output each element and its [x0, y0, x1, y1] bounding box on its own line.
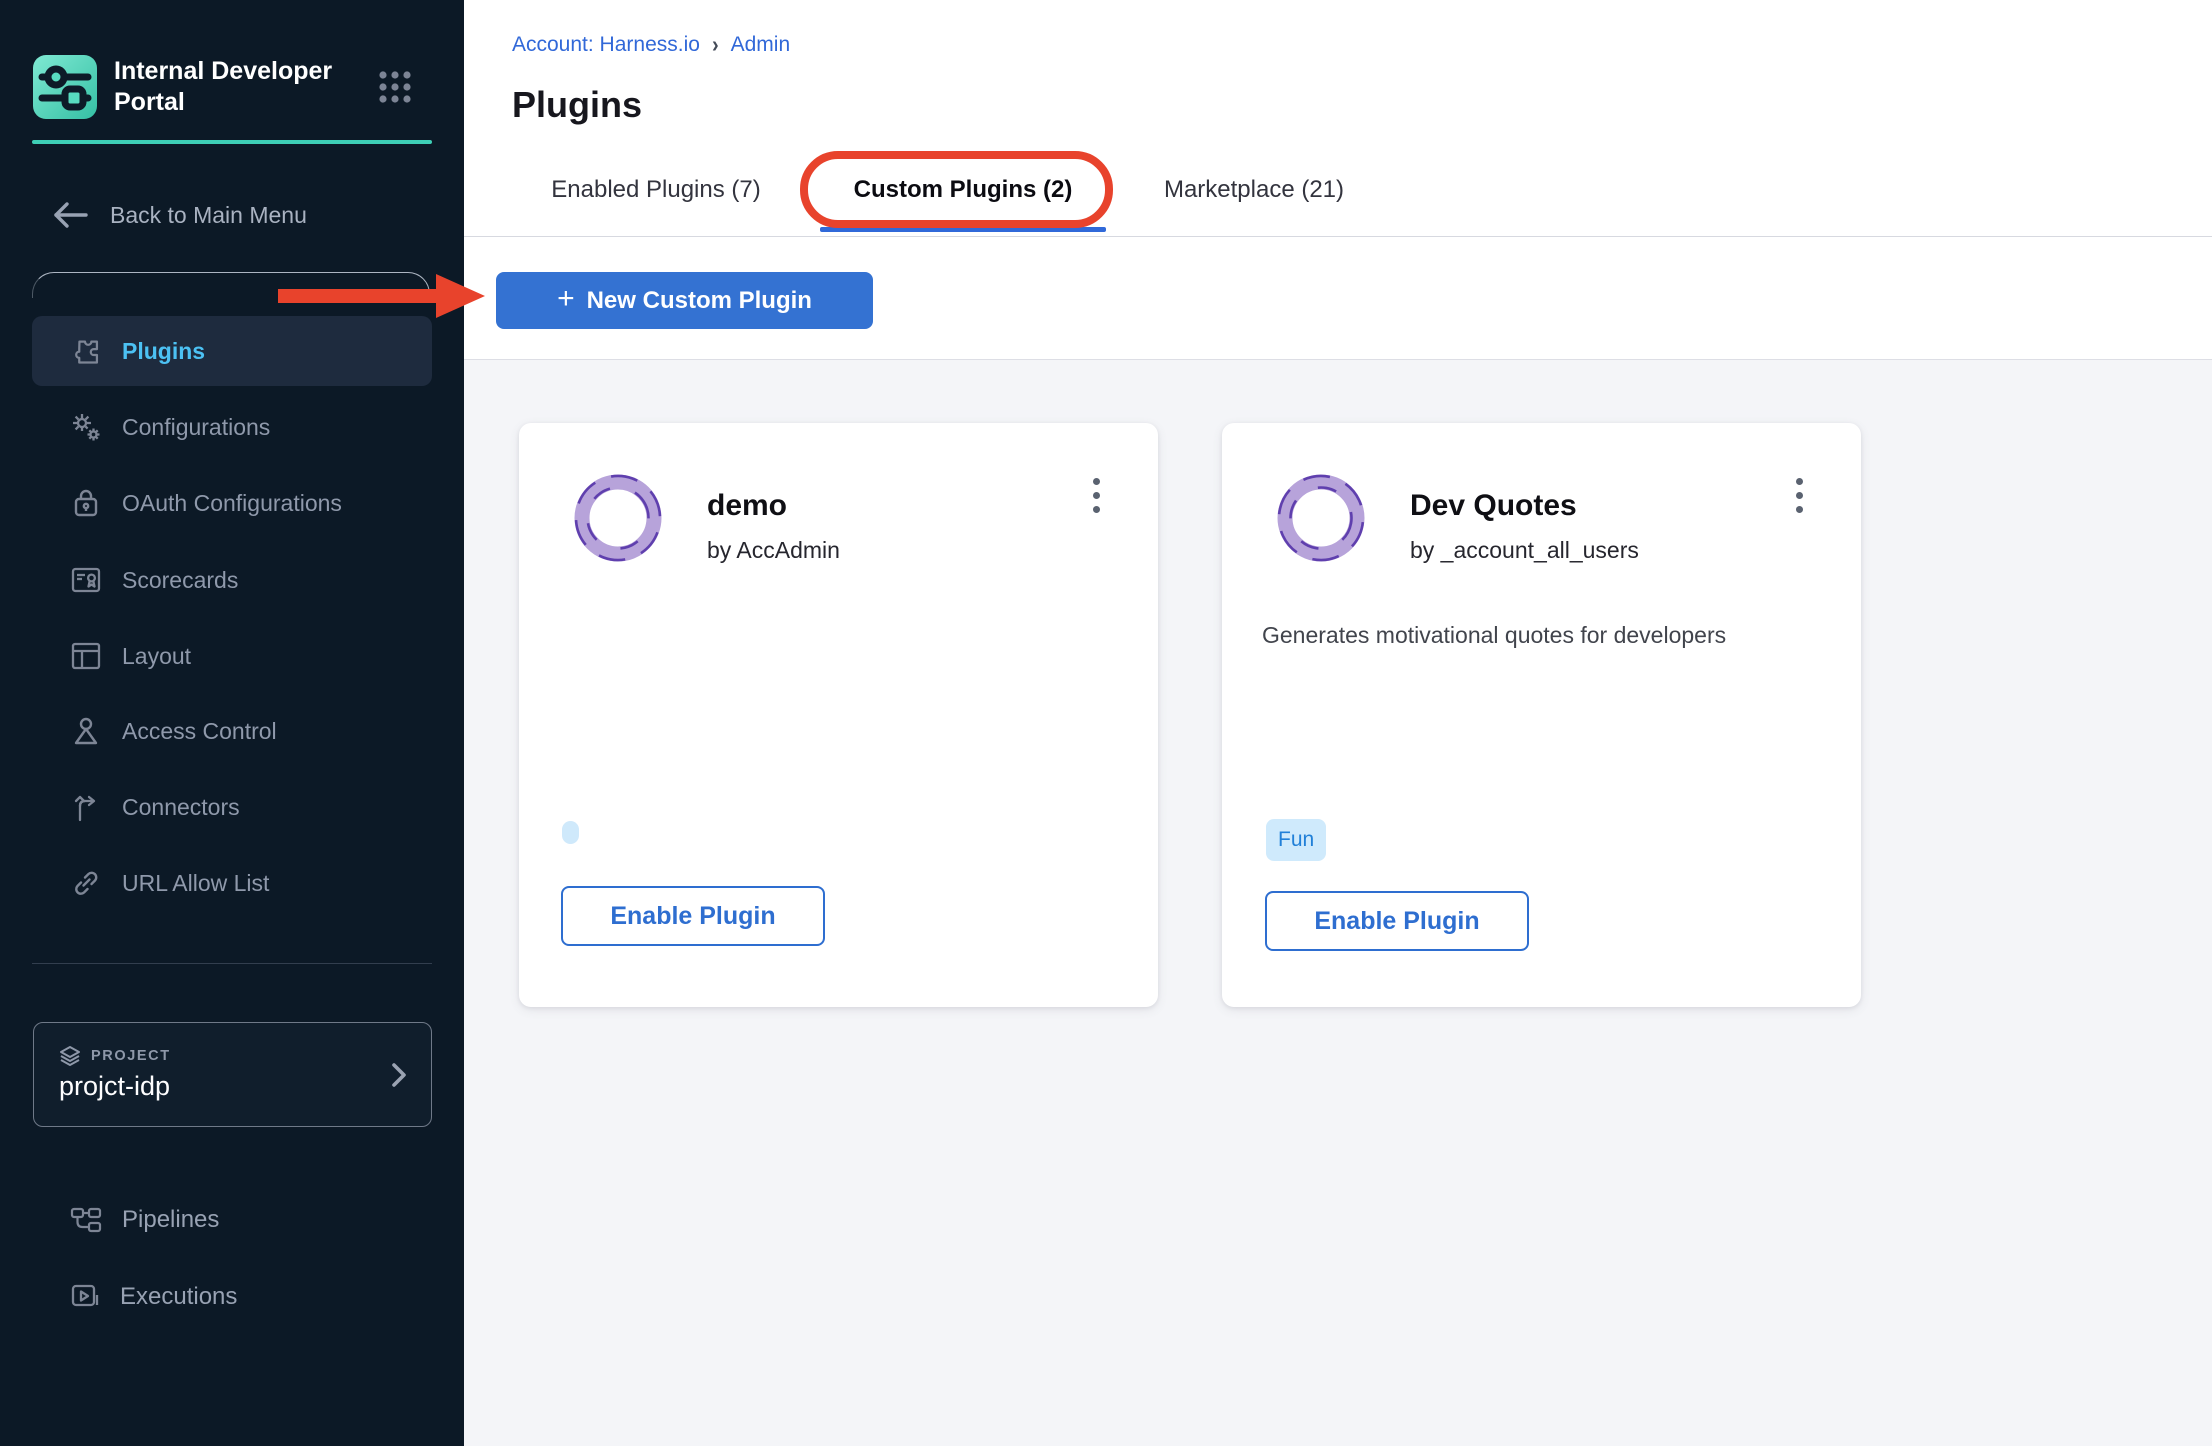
sidebar-item-label: Configurations [122, 414, 270, 441]
gears-icon [70, 411, 102, 443]
sidebar-item-oauth-configurations[interactable]: OAuth Configurations [32, 468, 432, 538]
app-window: Internal Developer Portal Back to Main M… [0, 0, 2212, 1446]
plugin-card-dev-quotes: Dev Quotes by _account_all_users Generat… [1222, 423, 1861, 1007]
sidebar-item-connectors[interactable]: Connectors [32, 772, 432, 842]
project-name: projct-idp [59, 1071, 170, 1102]
sidebar-item-label: URL Allow List [122, 870, 269, 897]
person-icon [70, 715, 102, 747]
sidebar-item-plugins[interactable]: Plugins [32, 316, 432, 386]
sidebar-item-pipelines[interactable]: Pipelines [32, 1183, 432, 1257]
project-label: PROJECT [91, 1048, 171, 1064]
sidebar-item-label: Access Control [122, 718, 277, 745]
sidebar-item-label: OAuth Configurations [122, 490, 342, 517]
app-grid-icon[interactable] [376, 68, 414, 106]
plugin-author: by _account_all_users [1410, 537, 1639, 564]
app-title: Internal Developer Portal [114, 56, 364, 118]
sidebar: Internal Developer Portal Back to Main M… [0, 0, 464, 1446]
plugin-avatar [1276, 473, 1366, 563]
scorecard-icon [70, 564, 102, 596]
sidebar-item-label: Scorecards [122, 567, 238, 594]
tabs-bottom-border [464, 236, 2212, 237]
lock-icon [70, 487, 102, 519]
tab-enabled-plugins[interactable]: Enabled Plugins (7) [509, 160, 803, 220]
pipelines-icon [70, 1207, 102, 1233]
sidebar-item-access-control[interactable]: Access Control [32, 696, 432, 766]
active-tab-underline [820, 227, 1106, 232]
kebab-menu-icon[interactable] [1779, 467, 1819, 523]
sidebar-item-scorecards[interactable]: Scorecards [32, 545, 432, 615]
breadcrumb-admin-link[interactable]: Admin [731, 33, 791, 57]
plugin-avatar [573, 473, 663, 563]
chevron-right-icon [389, 1059, 409, 1091]
tab-custom-plugins[interactable]: Custom Plugins (2) [820, 160, 1106, 220]
back-label: Back to Main Menu [110, 202, 307, 229]
plugin-title: demo [707, 489, 787, 523]
arrow-left-icon [52, 200, 90, 230]
breadcrumb: Account: Harness.io › Admin [512, 33, 790, 57]
executions-icon [70, 1283, 100, 1311]
nav-group-border [32, 272, 430, 298]
link-icon [70, 867, 102, 899]
kebab-menu-icon[interactable] [1076, 467, 1116, 523]
page-title: Plugins [512, 84, 642, 126]
breadcrumb-chevron-icon: › [712, 32, 719, 58]
idp-logo-icon [32, 54, 98, 120]
tag-badge: Fun [1266, 819, 1326, 861]
empty-tag-dot [562, 821, 579, 844]
plugin-author: by AccAdmin [707, 537, 840, 564]
new-custom-plugin-button[interactable]: + New Custom Plugin [496, 272, 873, 329]
enable-plugin-button[interactable]: Enable Plugin [1265, 891, 1529, 951]
layers-icon [59, 1045, 81, 1067]
sidebar-item-label: Connectors [122, 794, 240, 821]
project-label-row: PROJECT [59, 1045, 171, 1067]
enable-plugin-button[interactable]: Enable Plugin [561, 886, 825, 946]
plus-icon: + [557, 282, 575, 316]
sidebar-item-configurations[interactable]: Configurations [32, 392, 432, 462]
plugin-card-demo: demo by AccAdmin Enable Plugin [519, 423, 1158, 1007]
app-logo[interactable]: Internal Developer Portal [32, 54, 364, 120]
sidebar-item-executions[interactable]: Executions [32, 1260, 432, 1334]
sidebar-item-layout[interactable]: Layout [32, 621, 432, 691]
puzzle-icon [70, 335, 102, 367]
back-to-main-menu[interactable]: Back to Main Menu [52, 200, 307, 230]
tab-marketplace[interactable]: Marketplace (21) [1125, 160, 1383, 220]
sidebar-item-label: Executions [120, 1283, 237, 1311]
sidebar-accent-rule [32, 140, 432, 144]
layout-icon [70, 640, 102, 672]
plugin-description: Generates motivational quotes for develo… [1262, 619, 1822, 651]
sidebar-item-label: Pipelines [122, 1206, 219, 1234]
sidebar-divider [32, 963, 432, 964]
sidebar-item-label: Layout [122, 643, 191, 670]
sidebar-item-label: Plugins [122, 338, 205, 365]
plugin-title: Dev Quotes [1410, 489, 1577, 523]
project-selector[interactable]: PROJECT projct-idp [33, 1022, 432, 1127]
new-custom-plugin-label: New Custom Plugin [587, 287, 812, 315]
split-arrows-icon [70, 791, 102, 823]
breadcrumb-account-link[interactable]: Account: Harness.io [512, 33, 700, 57]
sidebar-item-url-allow-list[interactable]: URL Allow List [32, 848, 432, 918]
